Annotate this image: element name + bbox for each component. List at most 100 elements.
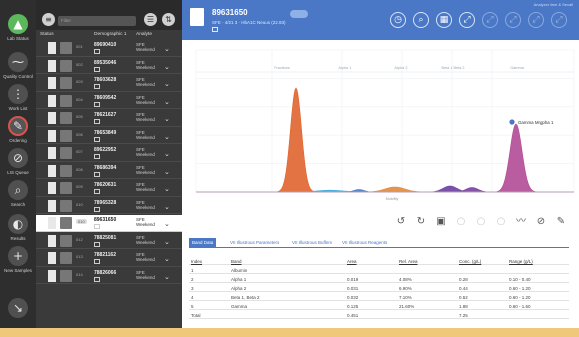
sample-row[interactable]: 008 78686394 SFE Weekend ⌄ [36, 163, 182, 179]
filter-input[interactable]: Filter [58, 16, 136, 26]
sample-row[interactable]: 009 78620631 SFE Weekend ⌄ [36, 180, 182, 197]
sample-row[interactable]: 012 78825081 SFE Weekend ⌄ [36, 233, 182, 249]
sample-comment-icon [94, 171, 100, 177]
sample-image [60, 77, 72, 89]
column-header[interactable]: Area [347, 259, 357, 264]
electrophoresis-chart[interactable]: Fractions Alpha 1 Alpha 2 Beta 1 Beta 2 Gamm… [182, 40, 579, 212]
sample-status-icon [48, 147, 56, 159]
table-row[interactable]: 1 Albumin [189, 266, 569, 274]
chevron-down-icon[interactable]: ⌄ [164, 98, 170, 106]
col-demographic[interactable]: Demographic 1 [94, 32, 127, 37]
col-status[interactable]: Status [40, 32, 54, 37]
table-row[interactable]: 4 Beta 1, Beta 2 0.032 7.10% 0.52 0.60 - 1.20 [189, 293, 569, 301]
clock-icon[interactable]: ◷ [390, 12, 406, 28]
edit-box-icon[interactable]: ▣ [433, 214, 449, 230]
rail-item-results[interactable]: ◐ Results [0, 214, 36, 241]
pencil-icon[interactable]: ✎ [553, 214, 569, 230]
column-header[interactable]: Range (g/L) [509, 259, 533, 264]
column-header[interactable]: Rel. Area [399, 259, 418, 264]
table-cell: 0.451 [347, 312, 359, 318]
table-row[interactable]: Total 0.451 7.25 [189, 311, 569, 319]
sort-icon[interactable]: ⇅ [162, 13, 175, 26]
rail-item-exit[interactable]: ↘ [0, 298, 36, 318]
sample-image [60, 59, 72, 72]
column-header[interactable]: Band [231, 259, 242, 264]
sample-row[interactable]: 006 78653849 SFE Weekend ⌄ [36, 128, 182, 144]
tab-vii-illustrous-reagents[interactable]: VII Illustrous Reagents [339, 238, 390, 247]
chevron-down-icon[interactable]: ⌄ [164, 133, 170, 141]
table-row[interactable]: 3 Alpha 2 0.031 6.90% 0.44 0.60 - 1.20 [189, 284, 569, 292]
rail-item-lis-queue[interactable]: ⊘ LIS Queue [0, 148, 36, 175]
annotation-marker [509, 119, 515, 125]
chevron-down-icon[interactable]: ⌄ [164, 150, 170, 158]
marker-icon[interactable]: ○ [493, 214, 509, 230]
tab-vii-illustrous-buffers[interactable]: VII Illustrous Buffers [289, 238, 335, 247]
table-row[interactable]: 5 Gamma 0.125 21.60% 1.88 0.60 - 1.60 [189, 302, 569, 310]
selected-sample-row[interactable]: 010 89631650 SFE Weekend ⌄ [36, 215, 182, 232]
sample-list[interactable]: ≡ Filter ☰ ⇅ Status Demographic 1 Analyt… [36, 0, 182, 328]
table-row[interactable]: 2 Alpha 1 0.019 4.08% 0.28 0.10 - 0.40 [189, 275, 569, 283]
hide-icon[interactable]: ⊘ [533, 214, 549, 230]
lis-queue-icon: ⊘ [8, 148, 28, 168]
marker-icon[interactable]: ○ [473, 214, 489, 230]
menu-icon[interactable]: ≡ [42, 13, 55, 26]
sample-row[interactable]: 007 89622952 SFE Weekend ⌄ [36, 145, 182, 162]
expand-icon[interactable]: ⤢ [528, 12, 544, 28]
rail-item-new-samples[interactable]: + New Samples [0, 246, 36, 273]
expand-icon[interactable]: ⤢ [551, 12, 567, 28]
chevron-down-icon[interactable]: ⌄ [164, 80, 170, 88]
sample-row[interactable]: 004 78609542 SFE Weekend ⌄ [36, 93, 182, 109]
sample-row[interactable]: 001 89690410 SFE Weekend ⌄ [36, 40, 182, 57]
undo-icon[interactable]: ↺ [393, 214, 409, 230]
chevron-down-icon[interactable]: ⌄ [164, 185, 170, 193]
rail-item-search[interactable]: ⌕ Search [0, 180, 36, 207]
chevron-down-icon[interactable]: ⌄ [164, 115, 170, 123]
chevron-down-icon[interactable]: ⌄ [164, 203, 170, 211]
chevron-down-icon[interactable]: ⌄ [164, 220, 170, 228]
annotation-label: Gamma Mrgpha 1 [518, 120, 554, 125]
rail-item-lab-status[interactable]: ▲ Lab Status [0, 14, 36, 41]
table-cell: 0.52 [459, 294, 468, 300]
list-view-icon[interactable]: ☰ [144, 13, 157, 26]
table-cell: 0.60 - 1.20 [509, 285, 531, 291]
col-analyte[interactable]: Analyte [136, 32, 152, 37]
sample-comment-icon [94, 206, 100, 212]
chevron-down-icon[interactable]: ⌄ [164, 45, 170, 53]
tab-band-data[interactable]: Band Data [189, 238, 217, 247]
rail-item-ordering[interactable]: ✎ Ordering [0, 116, 36, 143]
chevron-down-icon[interactable]: ⌄ [164, 168, 170, 176]
expand-icon[interactable]: ⤢ [459, 12, 475, 28]
rail-item-quality-control[interactable]: ⁓ Quality Control [0, 52, 36, 79]
chevron-down-icon[interactable]: ⌄ [164, 255, 170, 263]
curve-icon[interactable]: 〰 [513, 214, 529, 230]
sample-comment-icon [94, 84, 100, 89]
sample-id: 89535046 [94, 59, 117, 66]
sample-row[interactable]: 005 78621627 SFE Weekend ⌄ [36, 110, 182, 127]
chevron-down-icon[interactable]: ⌄ [164, 273, 170, 281]
expand-icon[interactable]: ⤢ [505, 12, 521, 28]
sample-row[interactable]: 003 78603628 SFE Weekend ⌄ [36, 75, 182, 92]
chevron-down-icon[interactable]: ⌄ [164, 63, 170, 71]
sample-row[interactable]: 010 78965328 SFE Weekend ⌄ [36, 198, 182, 214]
column-header[interactable]: Conc. (g/L) [459, 259, 481, 264]
sample-row[interactable]: 002 89535046 SFE Weekend ⌄ [36, 58, 182, 74]
chevron-down-icon[interactable]: ⌄ [164, 238, 170, 246]
comment-icon[interactable] [212, 27, 218, 32]
sample-number: 010 [76, 201, 83, 207]
tab-vii-illustrous-parameters[interactable]: VII Illustrous Parameters [227, 238, 282, 247]
expand-icon[interactable]: ⤢ [482, 12, 498, 28]
table-cell: 5 [191, 303, 194, 309]
column-header[interactable]: Index [191, 259, 202, 264]
marker-icon[interactable]: ○ [453, 214, 469, 230]
new-samples-icon: + [8, 246, 28, 266]
table-cell: 0.031 [347, 285, 359, 291]
search-icon[interactable]: ⌕ [413, 12, 429, 28]
sample-row[interactable]: 014 78826066 SFE Weekend ⌄ [36, 268, 182, 284]
table-cell: 0.10 - 0.40 [509, 276, 531, 282]
region-label: Gamma [510, 66, 524, 70]
sample-row[interactable]: 013 78821162 SFE Weekend ⌄ [36, 250, 182, 267]
sample-number: 002 [76, 61, 83, 67]
redo-icon[interactable]: ↻ [413, 214, 429, 230]
rail-item-work-list[interactable]: ⋮ Work List [0, 84, 36, 111]
chart-icon[interactable]: ▦ [436, 12, 452, 28]
